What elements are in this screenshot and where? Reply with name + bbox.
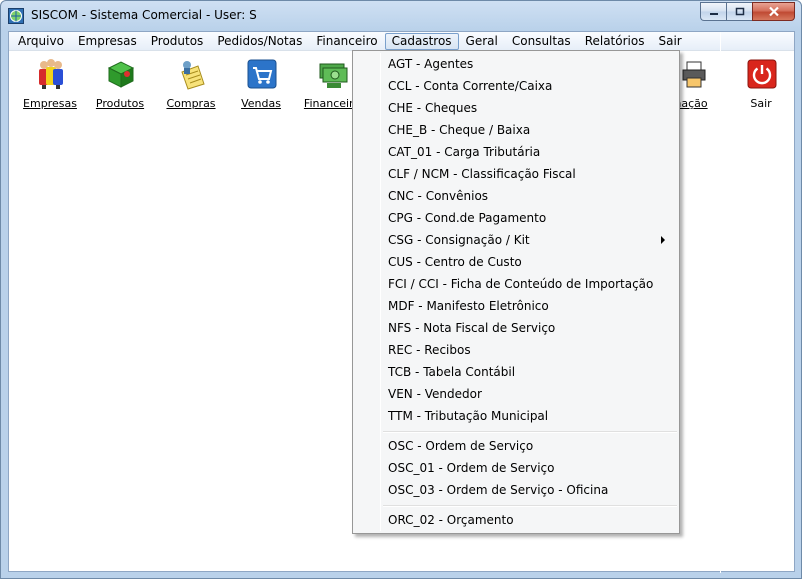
menu-item-cpg[interactable]: CPG - Cond.de Pagamento (355, 207, 677, 229)
menu-item-ccl[interactable]: CCL - Conta Corrente/Caixa (355, 75, 677, 97)
toolbar-empresas-button[interactable]: Empresas (20, 56, 80, 112)
menu-pedidos-notas[interactable]: Pedidos/Notas (210, 33, 309, 50)
menu-separator (383, 431, 677, 433)
menu-item-che-b[interactable]: CHE_B - Cheque / Baixa (355, 119, 677, 141)
menu-item-osc-03[interactable]: OSC_03 - Ordem de Serviço - Oficina (355, 479, 677, 501)
menu-item-orc-02[interactable]: ORC_02 - Orçamento (355, 509, 677, 531)
menu-produtos[interactable]: Produtos (144, 33, 211, 50)
menu-consultas[interactable]: Consultas (505, 33, 578, 50)
toolbar-produtos-button[interactable]: Produtos (90, 56, 150, 112)
menu-relatorios[interactable]: Relatórios (578, 33, 652, 50)
vertical-divider (720, 32, 721, 573)
power-icon (747, 59, 777, 89)
app-window: SISCOM - Sistema Comercial - User: S Arq… (0, 0, 802, 579)
people-icon (39, 59, 63, 89)
restore-icon (735, 7, 744, 15)
menu-item-cnc[interactable]: CNC - Convênios (355, 185, 677, 207)
window-title: SISCOM - Sistema Comercial - User: S (31, 8, 257, 22)
submenu-arrow-icon (661, 236, 665, 244)
menu-item-rec[interactable]: REC - Recibos (355, 339, 677, 361)
cadastros-dropdown-menu: AGT - Agentes CCL - Conta Corrente/Caixa… (352, 50, 680, 534)
menu-item-cat-01[interactable]: CAT_01 - Carga Tributária (355, 141, 677, 163)
menu-item-cus[interactable]: CUS - Centro de Custo (355, 251, 677, 273)
toolbar-vendas-button[interactable]: Vendas (231, 56, 291, 112)
menu-empresas[interactable]: Empresas (71, 33, 144, 50)
product-box-icon (107, 61, 135, 88)
menu-item-csg[interactable]: CSG - Consignação / Kit (355, 229, 677, 251)
minimize-icon (709, 12, 718, 15)
menu-bar: Arquivo Empresas Produtos Pedidos/Notas … (9, 32, 794, 51)
menu-item-che[interactable]: CHE - Cheques (355, 97, 677, 119)
menu-item-clf-ncm[interactable]: CLF / NCM - Classificação Fiscal (355, 163, 677, 185)
title-bar[interactable]: SISCOM - Sistema Comercial - User: S (1, 1, 801, 31)
menu-item-fci-cci[interactable]: FCI / CCI - Ficha de Conteúdo de Importa… (355, 273, 677, 295)
toolbar-sair-label: Sair (750, 97, 772, 110)
menu-item-tcb[interactable]: TCB - Tabela Contábil (355, 361, 677, 383)
toolbar-empresas-label: Empresas (23, 97, 77, 110)
menu-financeiro[interactable]: Financeiro (309, 33, 384, 50)
caption-buttons (700, 2, 795, 21)
menu-sair[interactable]: Sair (651, 33, 688, 50)
menu-separator (383, 505, 677, 507)
close-button[interactable] (752, 2, 795, 21)
minimize-button[interactable] (700, 2, 726, 21)
maximize-button[interactable] (726, 2, 752, 21)
menu-cadastros[interactable]: Cadastros (384, 32, 459, 50)
money-icon (319, 63, 348, 88)
toolbar-compras-label: Compras (166, 97, 216, 110)
toolbar-compras-button[interactable]: Compras (161, 56, 221, 112)
menu-item-ttm[interactable]: TTM - Tributação Municipal (355, 405, 677, 427)
purchase-icon (181, 61, 205, 90)
menu-item-mdf[interactable]: MDF - Manifesto Eletrônico (355, 295, 677, 317)
menu-arquivo[interactable]: Arquivo (11, 33, 71, 50)
shopping-cart-icon (247, 59, 277, 89)
toolbar-vendas-label: Vendas (241, 97, 281, 110)
toolbar-sair-button[interactable]: Sair (731, 56, 791, 112)
menu-item-osc-01[interactable]: OSC_01 - Ordem de Serviço (355, 457, 677, 479)
close-icon (768, 6, 779, 17)
printer-icon (682, 61, 706, 88)
menu-geral[interactable]: Geral (459, 33, 505, 50)
menu-item-csg-label: CSG - Consignação / Kit (388, 233, 530, 247)
menu-item-agt[interactable]: AGT - Agentes (355, 53, 677, 75)
menu-item-nfs[interactable]: NFS - Nota Fiscal de Serviço (355, 317, 677, 339)
toolbar-produtos-label: Produtos (95, 97, 145, 110)
app-globe-icon[interactable] (8, 8, 24, 24)
menu-item-osc[interactable]: OSC - Ordem de Serviço (355, 435, 677, 457)
menu-item-ven[interactable]: VEN - Vendedor (355, 383, 677, 405)
